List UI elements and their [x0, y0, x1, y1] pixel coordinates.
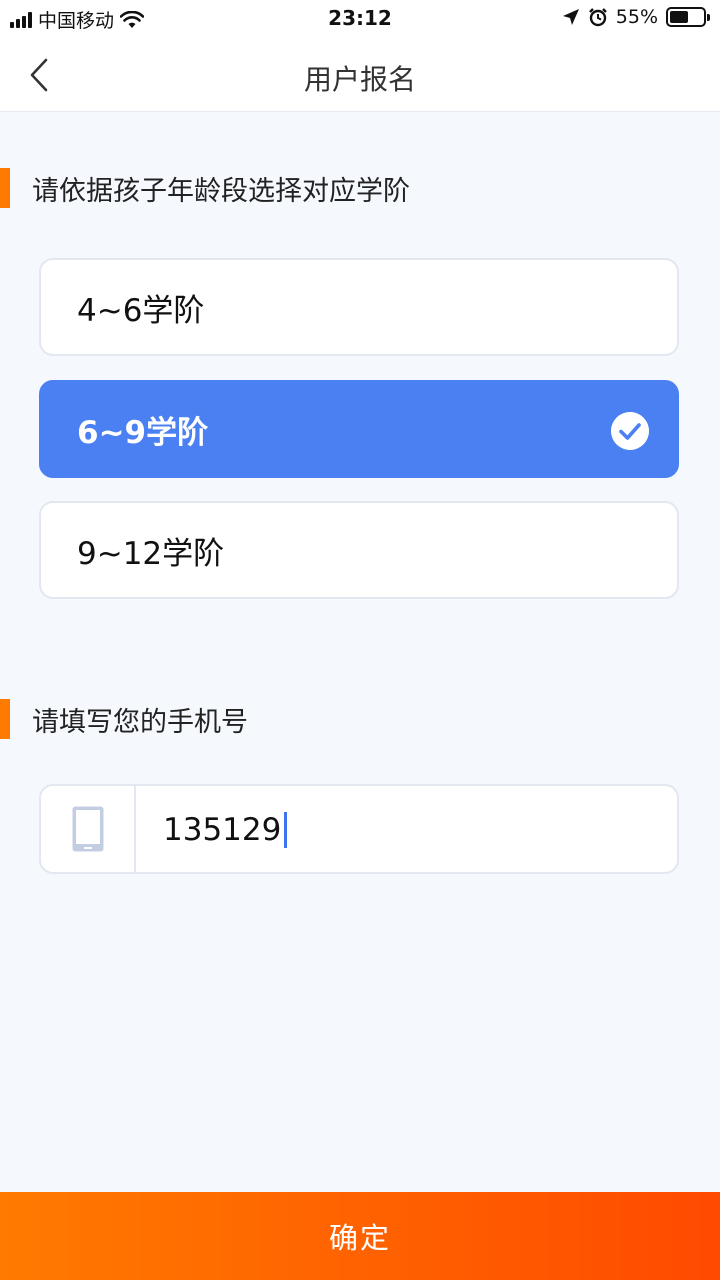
status-bar: 中国移动 23:12 55%	[0, 0, 720, 36]
grade-option-label: 4~6学阶	[77, 292, 205, 329]
grade-option-9-12[interactable]: 9~12学阶	[39, 501, 679, 599]
section-accent-bar	[0, 699, 10, 739]
phone-section-header: 请填写您的手机号	[0, 699, 248, 739]
grade-option-label: 6~9学阶	[77, 414, 209, 451]
grade-option-label: 9~12学阶	[77, 535, 225, 572]
phone-input[interactable]: 135129	[163, 808, 288, 852]
confirm-button-label: 确定	[328, 1221, 391, 1255]
page-title: 用户报名	[303, 63, 416, 96]
location-arrow-icon	[562, 9, 579, 25]
alarm-icon	[588, 8, 607, 27]
grade-option-4-6[interactable]: 4~6学阶	[39, 258, 679, 356]
battery-percent: 55%	[615, 6, 658, 28]
battery-icon	[666, 7, 710, 27]
phone-input-value: 135129	[163, 812, 282, 848]
grade-section-title: 请依据孩子年龄段选择对应学阶	[32, 175, 410, 207]
phone-field[interactable]: 135129	[39, 784, 679, 874]
grade-section-header: 请依据孩子年龄段选择对应学阶	[0, 168, 410, 208]
battery-fill	[670, 11, 688, 23]
screen: 中国移动 23:12 55% 用户报名 请依据孩子年龄段选择对应学阶 4~6学阶…	[0, 0, 720, 1280]
nav-bar: 用户报名	[0, 36, 720, 112]
section-accent-bar	[0, 168, 10, 208]
checkmark-icon	[611, 412, 649, 450]
text-cursor	[284, 812, 288, 848]
phone-icon-cell	[41, 786, 136, 872]
confirm-button[interactable]: 确定	[0, 1192, 720, 1280]
mobile-phone-icon	[72, 806, 103, 852]
grade-option-6-9[interactable]: 6~9学阶	[39, 380, 679, 478]
phone-section-title: 请填写您的手机号	[32, 706, 248, 738]
status-right: 55%	[562, 6, 710, 28]
